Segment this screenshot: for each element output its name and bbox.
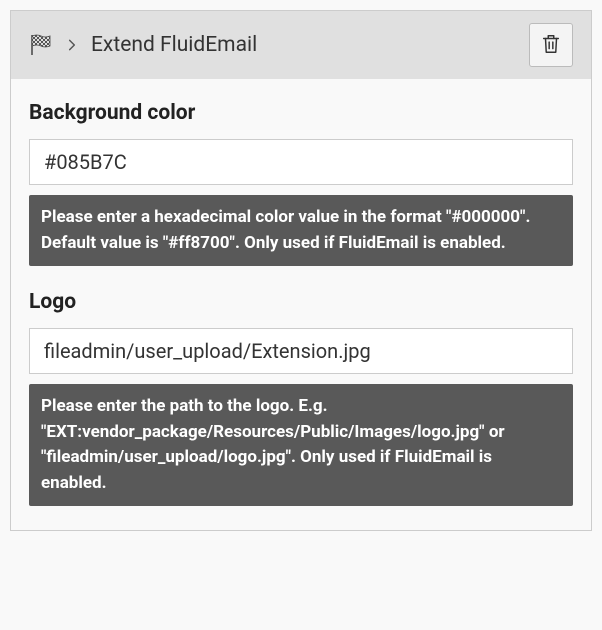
flag-icon [29, 33, 53, 57]
panel-body: Background color Please enter a hexadeci… [11, 79, 591, 530]
panel-header: Extend FluidEmail [11, 11, 591, 79]
chevron-right-icon [65, 33, 79, 57]
background-color-label: Background color [29, 101, 573, 125]
trash-icon [540, 33, 562, 58]
breadcrumb-title: Extend FluidEmail [91, 33, 257, 57]
logo-input[interactable] [29, 328, 573, 374]
field-logo: Logo Please enter the path to the logo. … [29, 290, 573, 506]
logo-hint: Please enter the path to the logo. E.g. … [29, 384, 573, 506]
field-background-color: Background color Please enter a hexadeci… [29, 101, 573, 266]
settings-panel: Extend FluidEmail Background color Pleas… [10, 10, 592, 531]
background-color-hint: Please enter a hexadecimal color value i… [29, 195, 573, 266]
logo-label: Logo [29, 290, 573, 314]
background-color-input[interactable] [29, 139, 573, 185]
breadcrumb: Extend FluidEmail [29, 33, 257, 57]
delete-button[interactable] [529, 23, 573, 67]
